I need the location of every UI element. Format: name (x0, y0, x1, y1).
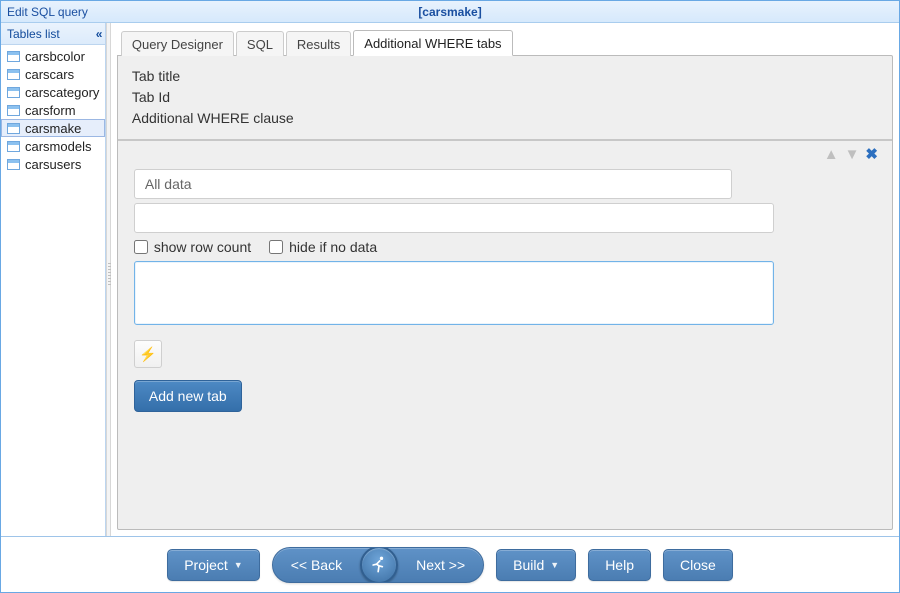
sidebar-title: Tables list (7, 27, 60, 41)
bolt-icon: ⚡ (139, 346, 156, 363)
tables-list: carsbcolor carscars carscategory carsform ca… (1, 45, 105, 536)
hide-if-no-data-text: hide if no data (289, 239, 377, 255)
table-icon (7, 51, 20, 62)
titlebar: Edit SQL query [carsmake] (1, 1, 899, 23)
table-item-carsusers[interactable]: carsusers (1, 155, 105, 173)
project-button[interactable]: Project ▼ (167, 549, 260, 581)
table-icon (7, 87, 20, 98)
table-item-label: carscars (25, 67, 74, 82)
table-item-carsmodels[interactable]: carsmodels (1, 137, 105, 155)
table-item-label: carsmake (25, 121, 81, 136)
tab-id-input[interactable] (134, 203, 774, 233)
hide-if-no-data-label[interactable]: hide if no data (269, 239, 377, 255)
add-new-tab-button[interactable]: Add new tab (134, 380, 242, 412)
show-row-count-text: show row count (154, 239, 251, 255)
app-window: Edit SQL query [carsmake] Tables list « … (0, 0, 900, 593)
sidebar-header: Tables list « (1, 23, 105, 45)
table-icon (7, 69, 20, 80)
project-button-label: Project (184, 557, 228, 573)
close-button-label: Close (680, 557, 716, 573)
show-row-count-checkbox[interactable] (134, 240, 148, 254)
table-item-label: carsmodels (25, 139, 91, 154)
additional-where-panel: Tab title Tab Id Additional WHERE clause… (117, 55, 893, 530)
help-button-label: Help (605, 557, 634, 573)
move-up-icon[interactable]: ▲ (824, 147, 839, 162)
table-item-label: carsbcolor (25, 49, 85, 64)
remove-entry-icon[interactable]: ✖ (865, 147, 878, 162)
table-item-label: carsusers (25, 157, 81, 172)
body: Tables list « carsbcolor carscars carscate… (1, 23, 899, 536)
panel-header: Tab title Tab Id Additional WHERE clause (118, 56, 892, 141)
header-line-1: Tab title (132, 66, 878, 87)
titlebar-center-label: [carsmake] (1, 5, 899, 19)
splitter[interactable] (106, 23, 110, 536)
table-icon (7, 105, 20, 116)
tab-additional-where-tabs[interactable]: Additional WHERE tabs (353, 30, 512, 56)
bolt-button[interactable]: ⚡ (134, 340, 162, 368)
close-button[interactable]: Close (663, 549, 733, 581)
table-item-carscars[interactable]: carscars (1, 65, 105, 83)
table-item-label: carsform (25, 103, 76, 118)
nav-pill: << Back Next >> (272, 547, 484, 583)
collapse-sidebar-icon[interactable]: « (96, 27, 100, 41)
table-icon (7, 141, 20, 152)
back-button[interactable]: << Back (273, 549, 360, 581)
sidebar: Tables list « carsbcolor carscars carscate… (1, 23, 106, 536)
runner-icon (369, 555, 389, 575)
where-clause-textarea[interactable] (134, 261, 774, 325)
tab-results[interactable]: Results (286, 31, 351, 56)
table-item-carscategory[interactable]: carscategory (1, 83, 105, 101)
next-button[interactable]: Next >> (398, 549, 483, 581)
table-icon (7, 159, 20, 170)
entry-toolbar: ▲ ▼ ✖ (824, 147, 878, 162)
checkbox-row: show row count hide if no data (134, 239, 876, 255)
hide-if-no-data-checkbox[interactable] (269, 240, 283, 254)
panel-body: ▲ ▼ ✖ show row count hide if no (118, 141, 892, 529)
tab-query-designer[interactable]: Query Designer (121, 31, 234, 56)
move-down-icon[interactable]: ▼ (845, 147, 860, 162)
table-item-label: carscategory (25, 85, 99, 100)
caret-down-icon: ▼ (550, 560, 559, 570)
table-item-carsbcolor[interactable]: carsbcolor (1, 47, 105, 65)
table-icon (7, 123, 20, 134)
run-button[interactable] (360, 547, 398, 583)
table-item-carsmake[interactable]: carsmake (1, 119, 105, 137)
header-line-3: Additional WHERE clause (132, 108, 878, 129)
main-area: Query DesignerSQLResultsAdditional WHERE… (111, 23, 899, 536)
tab-sql[interactable]: SQL (236, 31, 284, 56)
caret-down-icon: ▼ (234, 560, 243, 570)
show-row-count-label[interactable]: show row count (134, 239, 251, 255)
header-line-2: Tab Id (132, 87, 878, 108)
help-button[interactable]: Help (588, 549, 651, 581)
build-button[interactable]: Build ▼ (496, 549, 576, 581)
build-button-label: Build (513, 557, 544, 573)
tab-title-input[interactable] (134, 169, 732, 199)
footer: Project ▼ << Back Next >> Build ▼ Help C… (1, 536, 899, 592)
table-item-carsform[interactable]: carsform (1, 101, 105, 119)
tab-strip: Query DesignerSQLResultsAdditional WHERE… (117, 27, 893, 55)
